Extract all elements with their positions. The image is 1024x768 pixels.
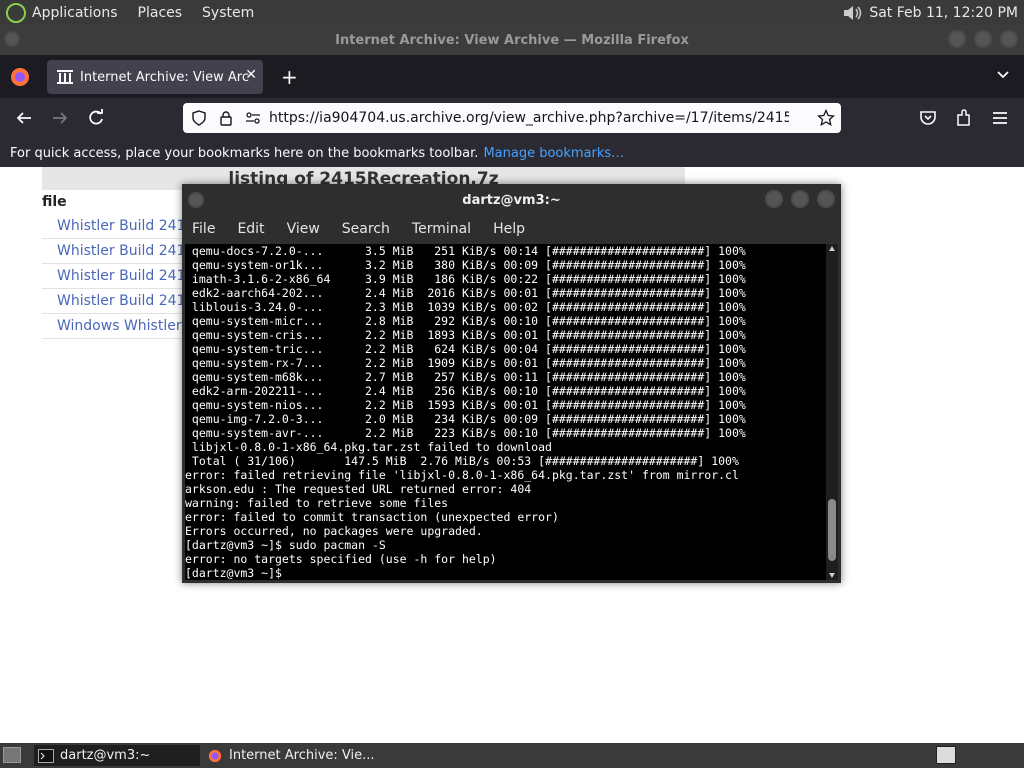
extensions-icon[interactable] <box>954 108 974 128</box>
terminal-text[interactable]: qemu-docs-7.2.0-... 3.5 MiB 251 KiB/s 00… <box>185 244 826 580</box>
terminal-menu-file[interactable]: File <box>192 221 215 237</box>
lock-icon[interactable] <box>219 110 233 126</box>
bookmarks-hint: For quick access, place your bookmarks h… <box>10 145 479 161</box>
chevron-down-icon[interactable] <box>996 68 1010 82</box>
file-list: Whistler Build 2415 Whistler Build 2415 … <box>42 214 192 339</box>
hamburger-menu-icon[interactable] <box>990 108 1010 128</box>
scroll-down-arrow-icon[interactable] <box>829 573 835 578</box>
bottom-panel: dartz@vm3:~ Internet Archive: Vie... <box>0 743 1024 768</box>
taskbar-terminal[interactable]: dartz@vm3:~ <box>34 745 200 766</box>
tab-strip: Internet Archive: View Archive ✕ + <box>0 55 1024 98</box>
file-link[interactable]: Whistler Build 2415 <box>42 214 192 239</box>
url-text[interactable]: https://ia904704.us.archive.org/view_arc… <box>269 110 789 126</box>
close-window-button[interactable] <box>1000 30 1018 48</box>
terminal-close-button[interactable] <box>817 190 835 208</box>
distro-logo-icon[interactable] <box>6 2 26 23</box>
firefox-icon <box>208 749 222 762</box>
firefox-logo-icon[interactable] <box>10 67 30 87</box>
terminal-titlebar[interactable]: dartz@vm3:~ <box>182 184 841 216</box>
file-link[interactable]: Whistler Build 2415 <box>42 289 192 314</box>
menu-system[interactable]: System <box>202 5 254 21</box>
terminal-menu-help[interactable]: Help <box>493 221 525 237</box>
taskbar-firefox-label: Internet Archive: Vie... <box>229 748 375 763</box>
file-link[interactable]: Windows Whistler Build <box>42 314 192 339</box>
terminal-output[interactable]: qemu-docs-7.2.0-... 3.5 MiB 251 KiB/s 00… <box>185 244 826 580</box>
bookmarks-toolbar: For quick access, place your bookmarks h… <box>0 139 1024 167</box>
manage-bookmarks-link[interactable]: Manage bookmarks… <box>483 146 624 161</box>
window-menu-button[interactable] <box>4 31 20 47</box>
tab-internet-archive[interactable]: Internet Archive: View Archive ✕ <box>47 60 263 94</box>
taskbar-terminal-label: dartz@vm3:~ <box>60 748 151 763</box>
file-link[interactable]: Whistler Build 2415 <box>42 264 192 289</box>
clock[interactable]: Sat Feb 11, 12:20 PM <box>869 5 1018 21</box>
menu-places[interactable]: Places <box>138 5 183 21</box>
terminal-minimize-button[interactable] <box>765 190 783 208</box>
terminal-maximize-button[interactable] <box>791 190 809 208</box>
show-desktop-icon[interactable] <box>3 747 21 763</box>
terminal-menu-edit[interactable]: Edit <box>237 221 264 237</box>
maximize-button[interactable] <box>974 30 992 48</box>
permissions-icon[interactable] <box>245 110 261 126</box>
firefox-titlebar: Internet Archive: View Archive — Mozilla… <box>0 25 1024 55</box>
file-column-header: file <box>42 194 67 210</box>
scroll-up-arrow-icon[interactable] <box>829 246 835 251</box>
reload-icon[interactable] <box>86 108 106 128</box>
terminal-menubar: File Edit View Search Terminal Help <box>182 216 841 242</box>
terminal-scrollbar[interactable] <box>826 244 838 580</box>
star-bookmark-icon[interactable] <box>817 109 835 127</box>
terminal-menu-search[interactable]: Search <box>342 221 390 237</box>
url-bar[interactable]: https://ia904704.us.archive.org/view_arc… <box>183 103 841 133</box>
firefox-window-title: Internet Archive: View Archive — Mozilla… <box>335 32 689 48</box>
navigation-toolbar: https://ia904704.us.archive.org/view_arc… <box>0 98 1024 139</box>
top-panel: Applications Places System Sat Feb 11, 1… <box>0 0 1024 25</box>
forward-arrow-icon[interactable] <box>50 108 70 128</box>
menu-applications[interactable]: Applications <box>32 5 118 21</box>
terminal-menu-terminal[interactable]: Terminal <box>412 221 471 237</box>
pocket-icon[interactable] <box>918 108 938 128</box>
workspace-switcher[interactable] <box>936 746 956 764</box>
file-link[interactable]: Whistler Build 2415 <box>42 239 192 264</box>
terminal-window: dartz@vm3:~ File Edit View Search Termin… <box>182 184 841 583</box>
back-arrow-icon[interactable] <box>14 108 34 128</box>
taskbar-firefox[interactable]: Internet Archive: Vie... <box>203 745 403 766</box>
terminal-menu-view[interactable]: View <box>287 221 320 237</box>
terminal-icon <box>38 748 54 763</box>
close-tab-icon[interactable]: ✕ <box>245 67 257 83</box>
volume-icon[interactable] <box>841 4 863 22</box>
terminal-window-menu-button[interactable] <box>188 192 204 208</box>
shield-icon[interactable] <box>191 110 207 126</box>
scrollbar-thumb[interactable] <box>828 499 836 561</box>
archive-building-icon <box>57 70 73 84</box>
tab-title: Internet Archive: View Archive <box>80 69 250 85</box>
minimize-button[interactable] <box>948 30 966 48</box>
terminal-title: dartz@vm3:~ <box>462 192 561 208</box>
new-tab-button[interactable]: + <box>281 65 298 89</box>
